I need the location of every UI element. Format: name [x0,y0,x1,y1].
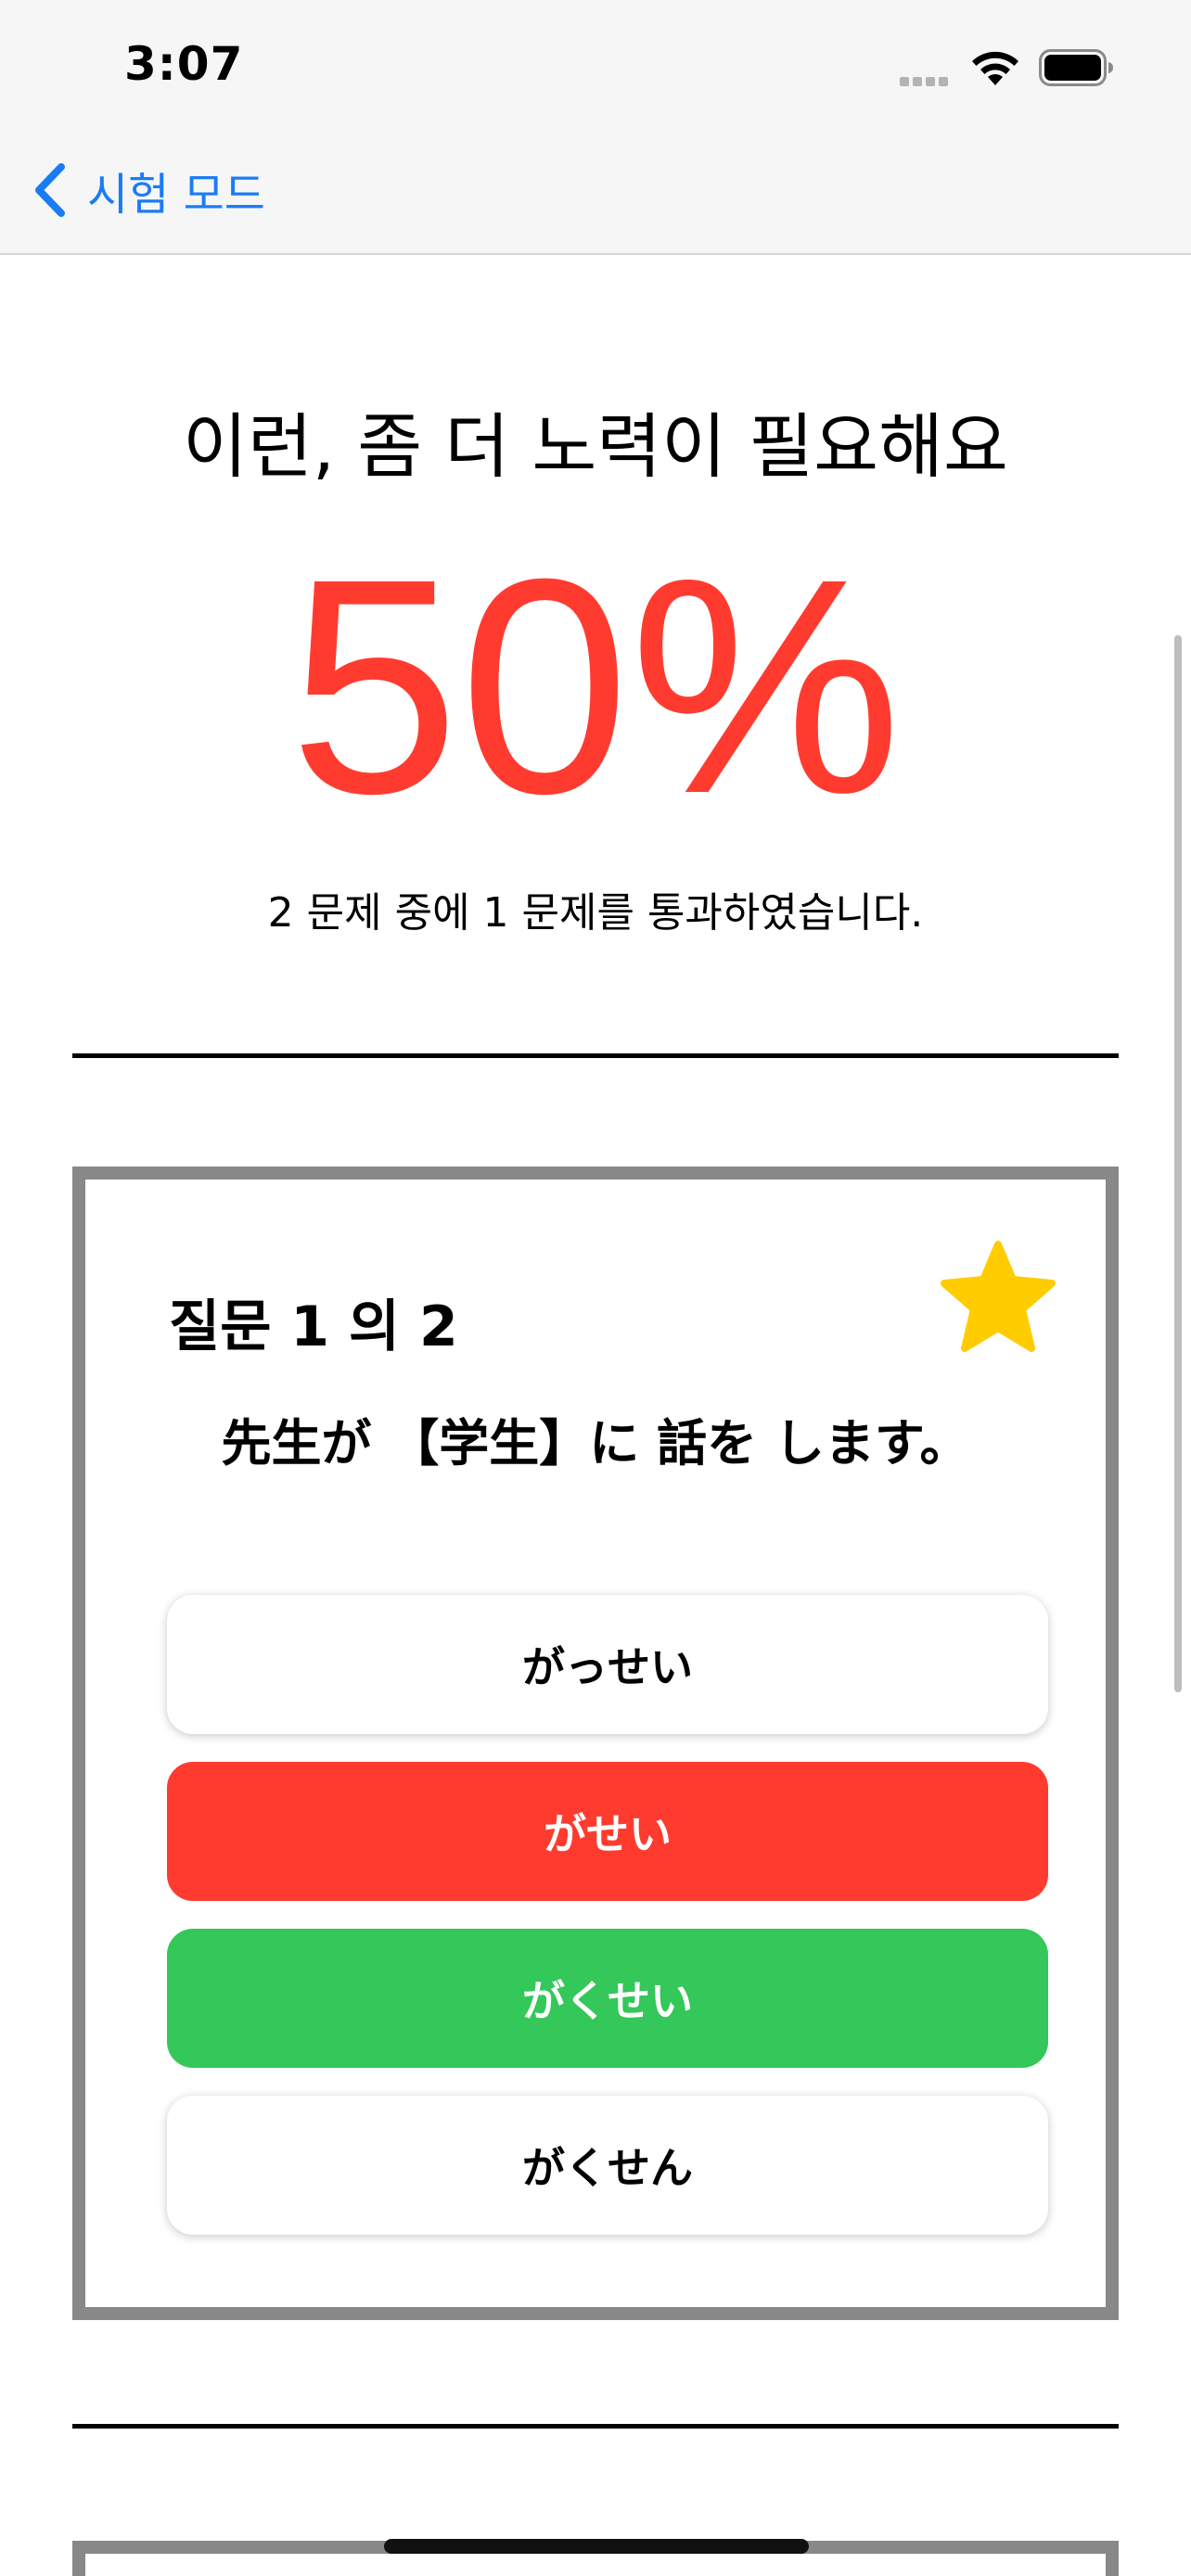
answer-option-wrong[interactable]: がせい [167,1762,1048,1901]
back-button[interactable]: 시험 모드 [32,158,265,223]
result-title: 이런, 좀 더 노력이 필요해요 [183,405,1008,488]
cellular-signal-icon [900,72,957,86]
battery-icon [1039,49,1113,86]
status-time: 3:07 [124,37,244,91]
question-number: 질문 1 의 2 [169,1294,458,1359]
question-text: 先生が 【学生】に 話を します。 [221,1414,970,1473]
home-indicator[interactable] [384,2539,809,2554]
answer-option-label: がくせい [522,1976,693,2026]
chevron-left-icon [35,163,65,217]
section-divider [72,1053,1119,1058]
section-divider [72,2424,1119,2429]
back-button-label: 시험 모드 [87,169,265,221]
answer-option-label: がっせい [522,1642,693,1692]
answer-option-label: がせい [544,1809,672,1859]
screen: 3:07 시험 모드 이런, 좀 더 노력이 필요해요 50% 2 문제 중에 … [0,0,1191,2576]
answer-option-correct[interactable]: がくせい [167,1929,1048,2068]
answer-option[interactable]: がくせん [167,2096,1048,2235]
answer-option-label: がくせん [522,2143,693,2193]
wifi-icon [972,51,1018,85]
score-percent: 50% [288,515,903,857]
question-card: 질문 1 의 2 先生が 【学生】に 話を します。 がっせい がせい がくせい… [72,1167,1119,2320]
result-summary: 2 문제 중에 1 문제를 통과하였습니다. [267,889,924,937]
answer-option[interactable]: がっせい [167,1595,1048,1734]
star-icon[interactable] [939,1241,1057,1354]
navigation-bar: 3:07 시험 모드 [0,0,1191,255]
